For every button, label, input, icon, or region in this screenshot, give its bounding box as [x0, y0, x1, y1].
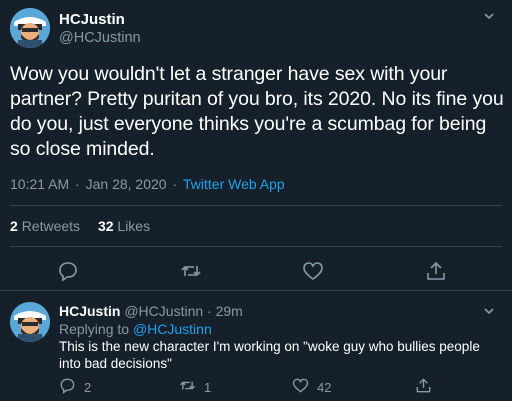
likes-count: 32 [97, 218, 114, 234]
tweet-actions [0, 258, 512, 284]
retweets-stat[interactable]: 2 Retweets [10, 218, 80, 234]
reply-share-button[interactable] [415, 377, 432, 397]
tweet-source[interactable]: Twitter Web App [183, 176, 285, 192]
likes-stat[interactable]: 32 Likes [98, 218, 150, 234]
replying-handle[interactable]: @HCJustinn [133, 321, 212, 337]
reply-age[interactable]: 29m [216, 303, 243, 319]
chevron-down-icon[interactable] [482, 304, 496, 318]
tweet-time[interactable]: 10:21 AM [10, 176, 69, 192]
like-count: 42 [317, 379, 332, 395]
avatar[interactable] [10, 8, 50, 48]
divider [0, 290, 512, 291]
reply-author-handle[interactable]: @HCJustinn [124, 303, 203, 319]
reply-icon [59, 377, 76, 397]
retweets-label: Retweets [21, 218, 81, 234]
reply-reply-button[interactable]: 2 [59, 377, 91, 397]
reply-actions: 2 1 42 [59, 377, 459, 397]
retweets-count: 2 [10, 218, 18, 234]
author-handle[interactable]: @HCJustinn [59, 30, 141, 46]
like-icon [292, 377, 309, 397]
tweet-stats: 2 Retweets 32 Likes [10, 218, 164, 234]
reply-text: This is the new character I'm working on… [59, 339, 480, 371]
divider [10, 246, 502, 247]
retweet-icon[interactable] [180, 260, 202, 282]
reply-author-name[interactable]: HCJustin [59, 303, 120, 319]
replying-label: Replying to [59, 321, 130, 337]
share-icon [415, 377, 432, 397]
share-icon[interactable] [425, 260, 447, 282]
retweet-count: 1 [204, 379, 212, 395]
tweet-meta: 10:21 AM · Jan 28, 2020 · Twitter Web Ap… [10, 176, 285, 192]
reply-icon[interactable] [57, 260, 79, 282]
replying-to: Replying to @HCJustinn [59, 321, 212, 337]
reply-count: 2 [84, 379, 92, 395]
reply-retweet-button[interactable]: 1 [179, 377, 211, 397]
reply-separator: · [207, 303, 216, 319]
reply-avatar[interactable] [10, 302, 50, 342]
main-tweet-header: HCJustin @HCJustinn [10, 8, 502, 52]
reply-header: HCJustin @HCJustinn · 29m [59, 303, 243, 319]
like-icon[interactable] [302, 260, 324, 282]
author-name[interactable]: HCJustin [59, 11, 125, 28]
retweet-icon [179, 377, 196, 397]
reply-like-button[interactable]: 42 [292, 377, 331, 397]
divider [10, 205, 502, 206]
tweet-text: Wow you wouldn't let a stranger have sex… [10, 63, 504, 160]
chevron-down-icon[interactable] [482, 9, 496, 23]
likes-label: Likes [117, 218, 151, 234]
tweet-date[interactable]: Jan 28, 2020 [86, 176, 167, 192]
